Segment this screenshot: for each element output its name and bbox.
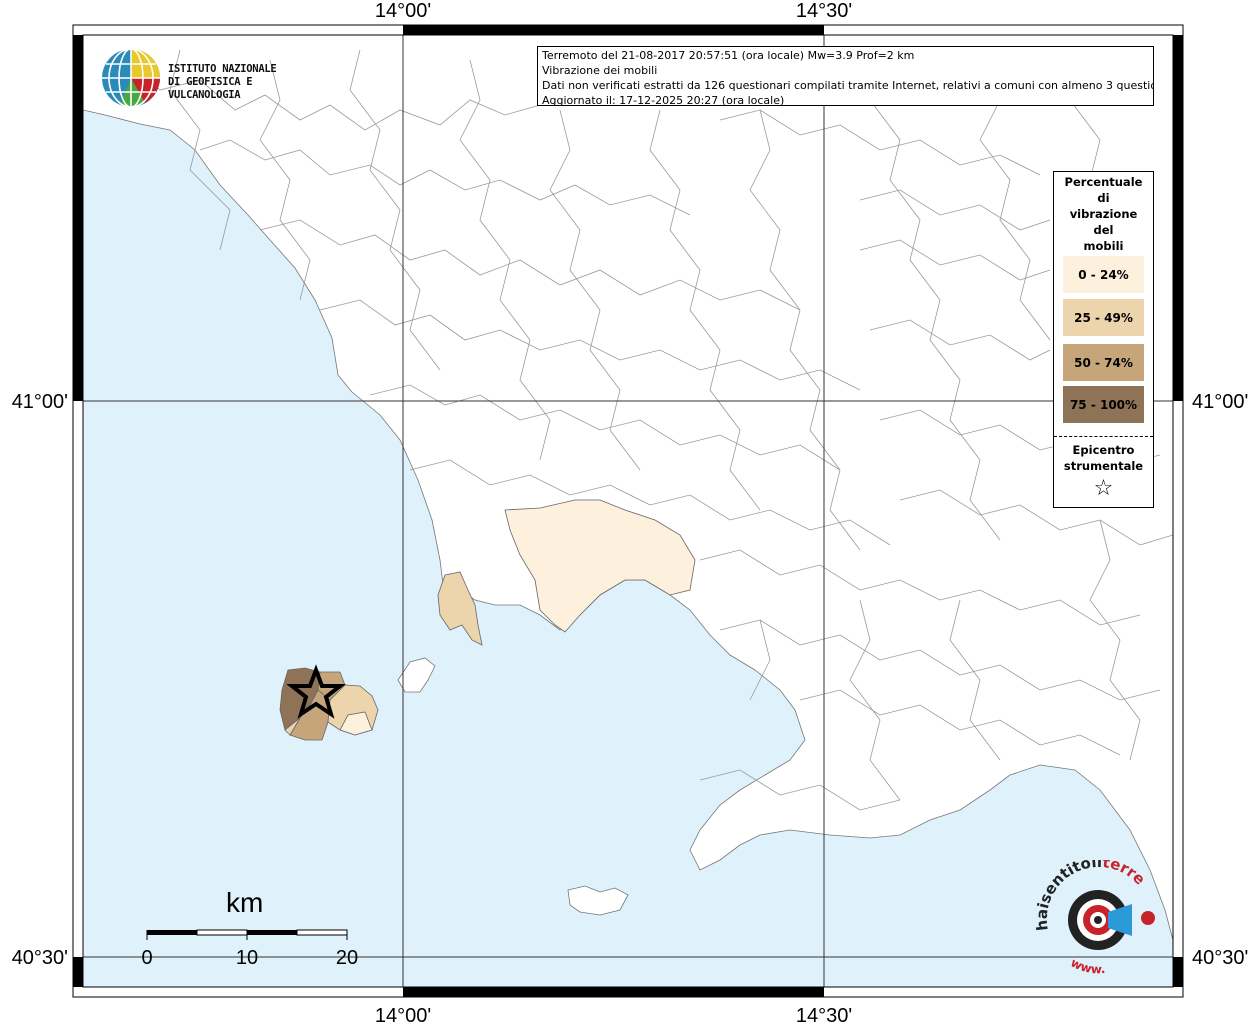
- scale-tick-20: 20: [336, 947, 358, 969]
- event-info-box: Terremoto del 21-08-2017 20:57:51 (ora l…: [537, 46, 1154, 106]
- legend-title-line-1: Percentuale: [1064, 175, 1143, 189]
- right-lat-label-1: 41°00': [1192, 391, 1248, 413]
- legend-label-50-74: 50 - 74%: [1074, 355, 1133, 370]
- scale-unit: km: [226, 887, 264, 918]
- updated-line: Aggiornato il: 17-12-2025 20:27 (ora loc…: [542, 94, 785, 106]
- globe-icon: [102, 48, 160, 108]
- legend-swatch-75-100: 75 - 100%: [1063, 386, 1144, 423]
- scale-tick-10: 10: [236, 947, 258, 969]
- event-line: Terremoto del 21-08-2017 20:57:51 (ora l…: [542, 49, 915, 62]
- legend-label-25-49: 25 - 49%: [1074, 310, 1133, 325]
- legend: Percentuale di vibrazione del mobili 0 -…: [1053, 171, 1154, 508]
- legend-swatch-25-49: 25 - 49%: [1063, 299, 1144, 336]
- badge-text-www: www.: [1068, 955, 1105, 976]
- top-lon-label-1: 14°00': [375, 0, 431, 22]
- question-icon: [1141, 911, 1155, 925]
- bottom-lon-label-2: 14°30': [796, 1005, 852, 1024]
- legend-divider: [1054, 436, 1153, 437]
- left-lat-label-2: 40°30': [12, 947, 68, 969]
- legend-title-line-5: mobili: [1083, 239, 1124, 253]
- legend-title: Percentuale di vibrazione del mobili: [1054, 172, 1153, 254]
- top-lon-label-2: 14°30': [796, 0, 852, 22]
- legend-epicenter-label: Epicentro strumentale: [1054, 442, 1153, 474]
- scale-tick-0: 0: [141, 947, 152, 969]
- data-note: Dati non verificati estratti da 126 ques…: [542, 79, 1154, 92]
- legend-title-line-4: del: [1093, 223, 1114, 237]
- legend-label-0-24: 0 - 24%: [1078, 267, 1129, 282]
- legend-swatch-50-74: 50 - 74%: [1063, 344, 1144, 381]
- haisentito-badge: haisentitoilterremoto.it www.: [1030, 860, 1155, 976]
- legend-epicenter-line-1: Epicentro: [1072, 443, 1135, 457]
- right-lat-label-2: 40°30': [1192, 947, 1248, 969]
- legend-title-line-3: vibrazione: [1069, 207, 1138, 221]
- badge-text-bottom: www.: [1068, 955, 1105, 976]
- logo-line-1: ISTITUTO NAZIONALE: [168, 63, 277, 75]
- bottom-lon-label-1: 14°00': [375, 1005, 431, 1024]
- ingv-logo: ISTITUTO NAZIONALE DI GEOFISICA E VULCAN…: [100, 47, 320, 109]
- legend-epicenter-line-2: strumentale: [1063, 459, 1144, 473]
- legend-swatch-0-24: 0 - 24%: [1063, 256, 1144, 293]
- legend-label-75-100: 75 - 100%: [1069, 397, 1138, 412]
- logo-line-2: DI GEOFISICA E VULCANOLOGIA: [168, 76, 253, 101]
- legend-star-icon: ☆: [1093, 476, 1114, 501]
- map-subject: Vibrazione dei mobili: [542, 64, 658, 77]
- left-lat-label-1: 41°00': [12, 391, 68, 413]
- legend-title-line-2: di: [1097, 191, 1110, 205]
